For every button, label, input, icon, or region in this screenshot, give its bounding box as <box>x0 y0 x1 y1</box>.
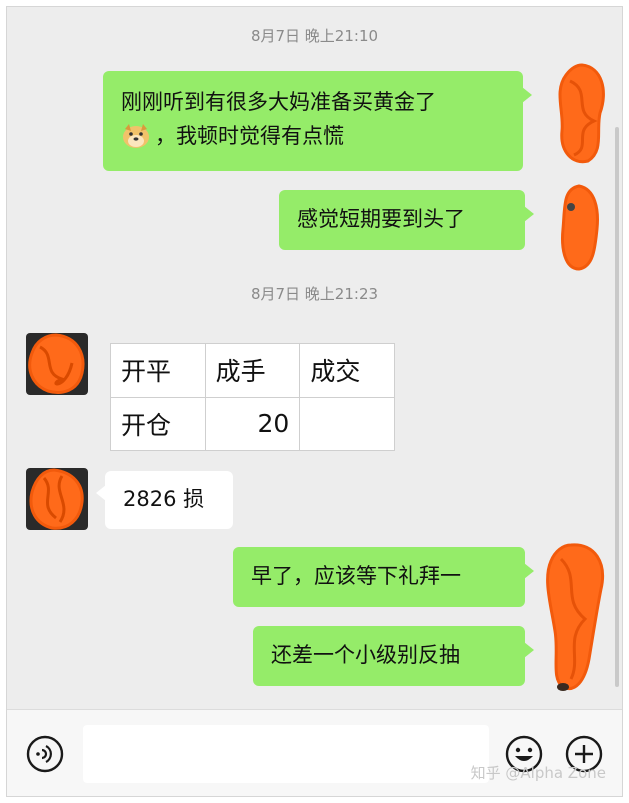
message-bubble-incoming[interactable]: 2826 损 <box>96 471 233 529</box>
spreadsheet-snippet: 开平 成手 成交 开仓 20 <box>110 343 395 451</box>
table-header-cell: 成手 <box>204 343 301 398</box>
message-bubble-outgoing[interactable]: 早了，应该等下礼拜一 <box>233 547 534 607</box>
avatar[interactable] <box>26 468 88 530</box>
avatar-scribble-icon <box>561 184 599 271</box>
message-text: 还差一个小级别反抽 <box>271 643 460 667</box>
message-text: ，我顿时觉得有点慌 <box>155 124 344 148</box>
avatar-scribble-icon <box>546 543 604 691</box>
message-bubble-outgoing[interactable]: 刚刚听到有很多大妈准备买黄金了 ，我顿时觉得有点慌 <box>103 71 532 171</box>
timestamp: 8月7日 晚上21:23 <box>250 285 379 303</box>
input-bar: 知乎 @Alpha Zone <box>7 709 622 796</box>
avatar-scribble-icon <box>29 468 84 530</box>
chat-window: 8月7日 晚上21:10 刚刚听到有很多大妈准备买黄金了 ，我顿时觉得有点慌 感… <box>6 6 623 797</box>
avatar-scribble-icon <box>28 333 85 394</box>
doge-emoji-icon <box>123 124 149 148</box>
message-text: 感觉短期要到头了 <box>297 207 465 231</box>
message-input[interactable] <box>83 725 489 783</box>
avatar-scribble-icon <box>558 63 605 164</box>
watermark: 知乎 @Alpha Zone <box>470 764 606 782</box>
message-text: 2826 损 <box>123 487 205 511</box>
timestamp: 8月7日 晚上21:10 <box>250 27 379 45</box>
voice-icon[interactable] <box>25 734 65 774</box>
message-bubble-outgoing[interactable]: 感觉短期要到头了 <box>279 190 534 250</box>
table-cell: 20 <box>204 396 301 451</box>
scrollbar[interactable] <box>615 127 619 687</box>
table-header-cell: 开平 <box>110 343 206 398</box>
image-message[interactable]: 开平 成手 成交 开仓 20 <box>110 343 395 451</box>
message-text: 刚刚听到有很多大妈准备买黄金了 <box>121 90 436 114</box>
avatar[interactable] <box>26 333 88 395</box>
message-bubble-outgoing[interactable]: 还差一个小级别反抽 <box>253 626 534 686</box>
message-text: 早了，应该等下礼拜一 <box>251 564 461 588</box>
table-header-cell: 成交 <box>299 343 395 398</box>
table-cell <box>299 396 395 451</box>
table-cell: 开仓 <box>110 396 206 451</box>
